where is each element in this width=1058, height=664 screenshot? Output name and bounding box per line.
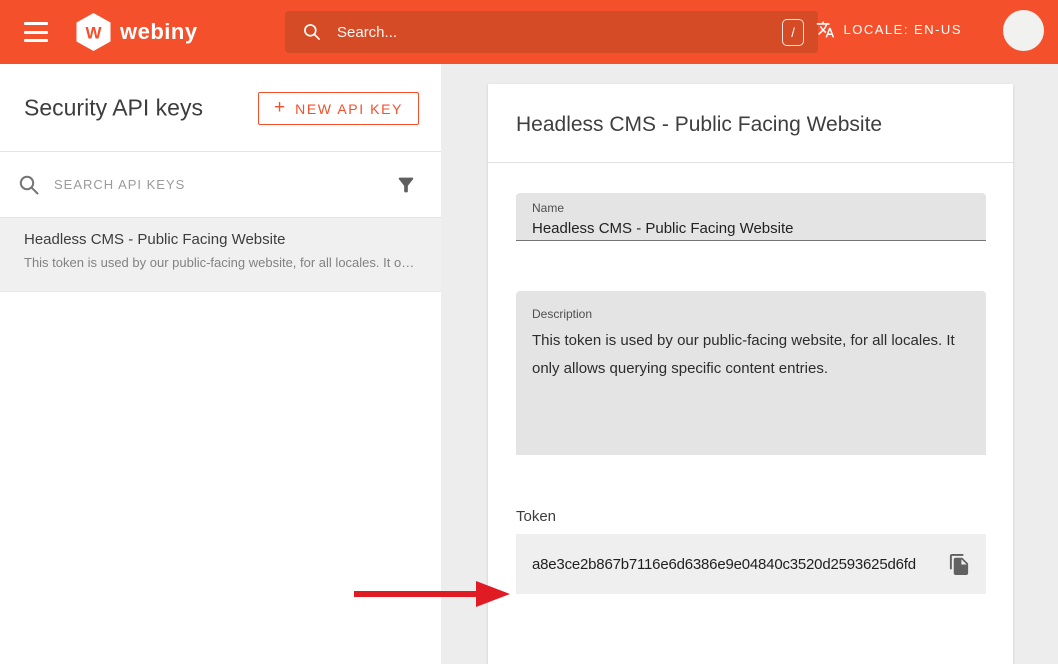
webiny-hexagon-icon: W <box>76 13 111 51</box>
locale-label: LOCALE: EN-US <box>844 22 962 37</box>
name-field-label: Name <box>532 201 564 215</box>
new-api-key-label: NEW API KEY <box>295 101 403 117</box>
name-field[interactable]: Name <box>516 193 986 241</box>
locale-switcher[interactable]: LOCALE: EN-US <box>816 20 962 39</box>
api-keys-search-bar <box>0 152 441 218</box>
description-textarea[interactable]: This token is used by our public-facing … <box>532 327 970 447</box>
list-item[interactable]: Headless CMS - Public Facing Website Thi… <box>0 218 441 292</box>
list-item-title: Headless CMS - Public Facing Website <box>24 231 417 248</box>
copy-token-button[interactable] <box>940 545 978 583</box>
filter-button[interactable] <box>393 172 419 198</box>
name-input[interactable] <box>532 220 970 237</box>
search-icon <box>302 22 322 42</box>
app-header: W webiny / LOCALE: EN-US <box>0 0 1058 64</box>
token-box: a8e3ce2b867b7116e6d6386e9e04840c3520d259… <box>516 534 986 594</box>
logo-wordmark: webiny <box>120 19 198 45</box>
plus-icon: + <box>274 98 285 117</box>
api-keys-search-input[interactable] <box>54 177 393 192</box>
global-search-bar[interactable]: / <box>285 11 818 53</box>
copy-icon <box>948 553 971 576</box>
filter-icon <box>395 174 417 196</box>
panel-header: Security API keys + NEW API KEY <box>0 64 441 152</box>
content-area: Headless CMS - Public Facing Website Nam… <box>441 64 1058 664</box>
description-field-label: Description <box>532 307 592 321</box>
description-field[interactable]: Description This token is used by our pu… <box>516 291 986 455</box>
global-search-input[interactable] <box>337 24 782 41</box>
user-avatar[interactable] <box>1003 10 1044 51</box>
keyboard-shortcut-badge: / <box>782 19 804 46</box>
api-keys-list-panel: Security API keys + NEW API KEY Headless… <box>0 64 441 664</box>
translate-icon <box>816 20 835 39</box>
webiny-logo[interactable]: W webiny <box>76 12 198 52</box>
list-item-description: This token is used by our public-facing … <box>24 255 417 270</box>
svg-text:W: W <box>85 24 102 43</box>
new-api-key-button[interactable]: + NEW API KEY <box>258 92 419 125</box>
search-icon <box>17 173 41 197</box>
api-key-details-card: Headless CMS - Public Facing Website Nam… <box>488 84 1013 664</box>
token-value: a8e3ce2b867b7116e6d6386e9e04840c3520d259… <box>532 556 940 573</box>
token-label: Token <box>516 508 986 525</box>
page-title: Security API keys <box>24 94 203 121</box>
api-key-title: Headless CMS - Public Facing Website <box>488 84 1013 163</box>
hamburger-menu-icon[interactable] <box>24 22 48 42</box>
api-key-form: Name Description This token is used by o… <box>488 193 1013 594</box>
